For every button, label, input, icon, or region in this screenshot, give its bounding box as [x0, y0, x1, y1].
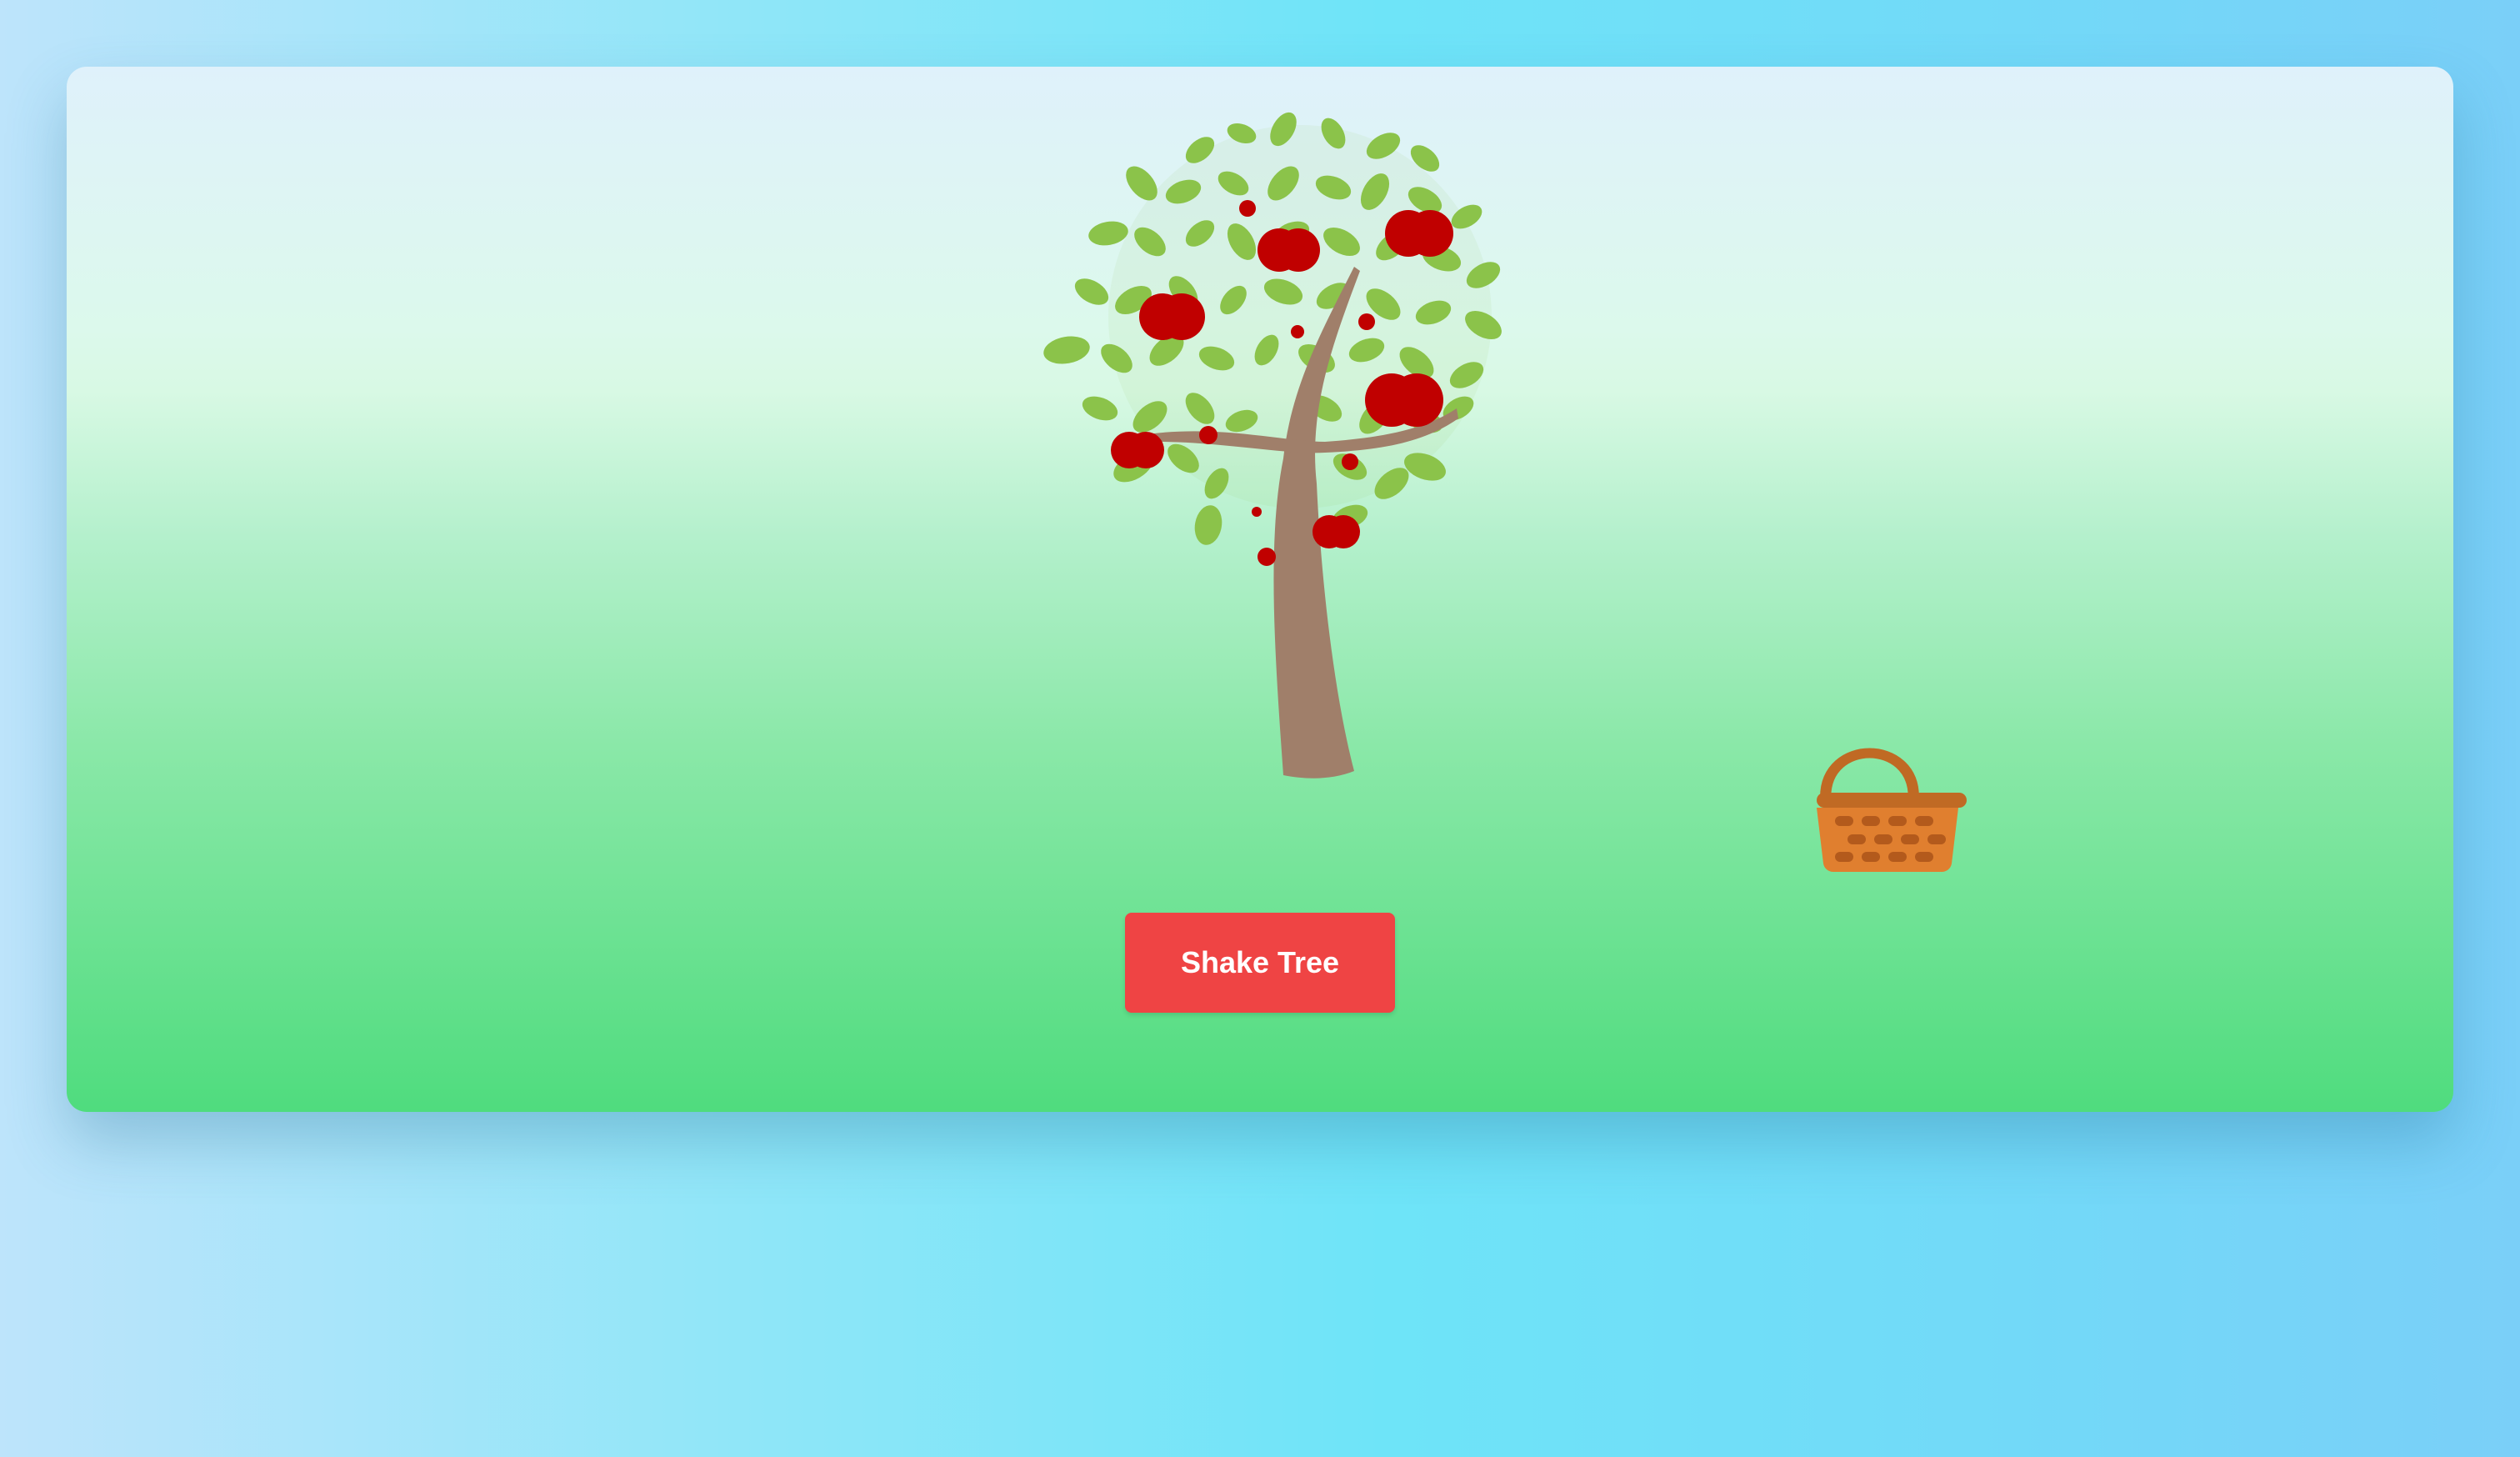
game-scene: Shake Tree — [67, 67, 2453, 1112]
tree-canopy — [1043, 112, 1502, 545]
apple-tree — [1043, 112, 1502, 779]
basket-icon — [1817, 748, 1967, 872]
shake-tree-button[interactable]: Shake Tree — [1125, 913, 1395, 1013]
